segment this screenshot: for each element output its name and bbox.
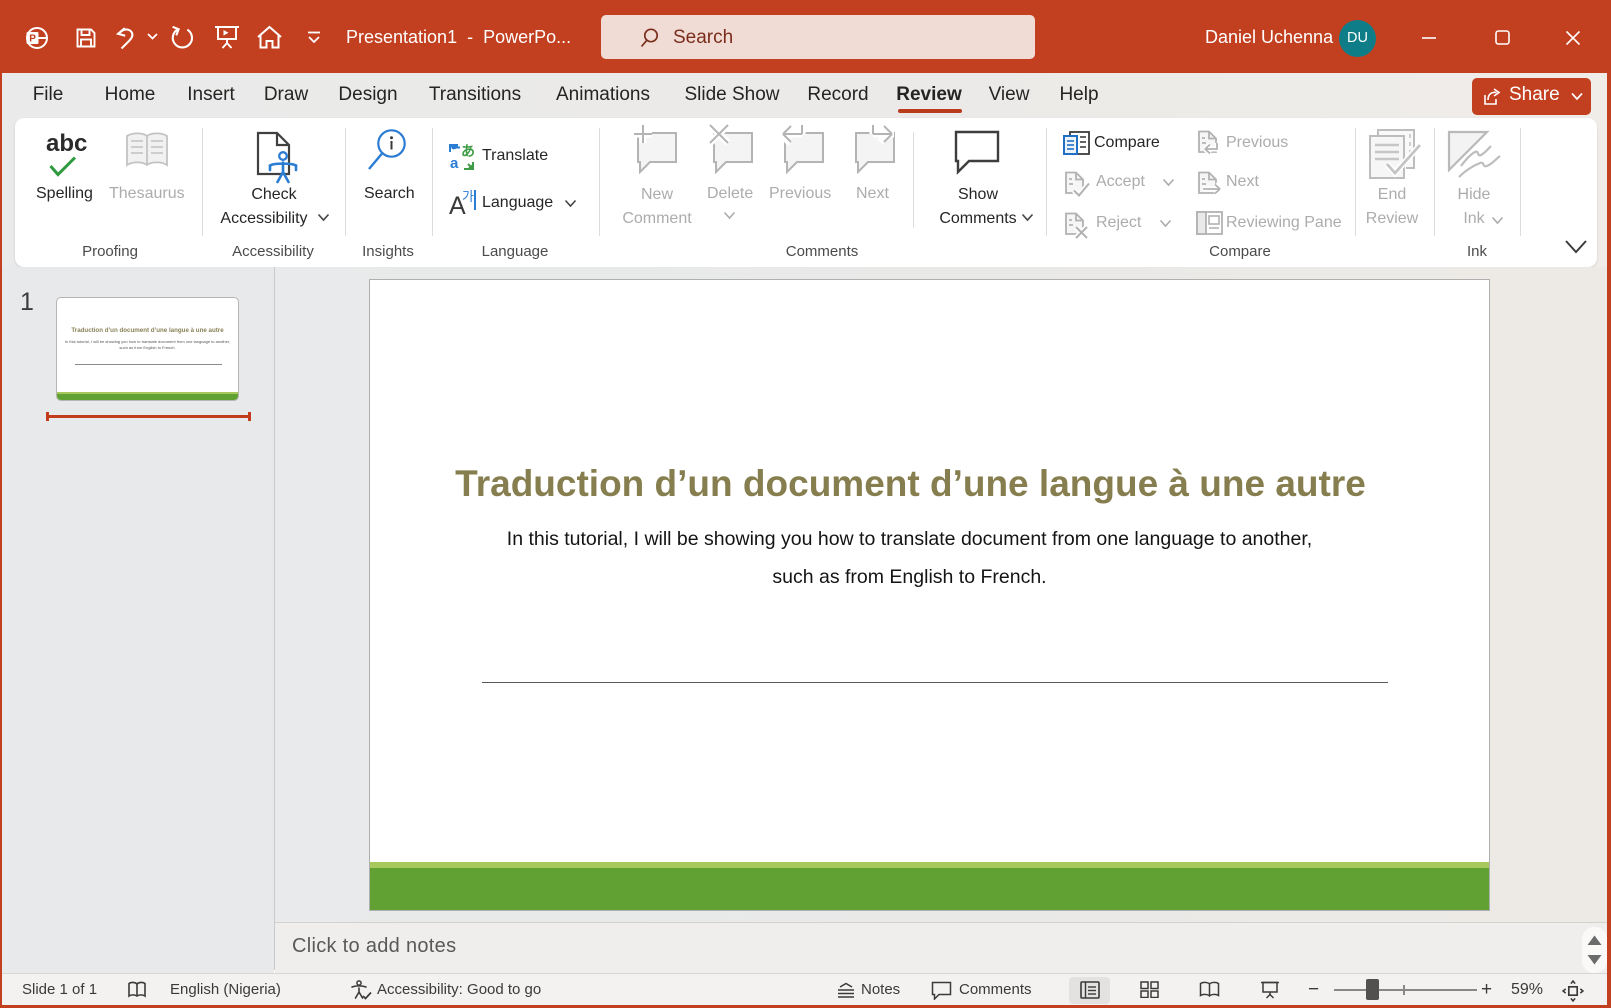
- svg-text:a: a: [450, 155, 459, 170]
- svg-text:P: P: [29, 34, 36, 45]
- svg-text:あ: あ: [461, 144, 475, 159]
- svg-text:가: 가: [462, 189, 474, 204]
